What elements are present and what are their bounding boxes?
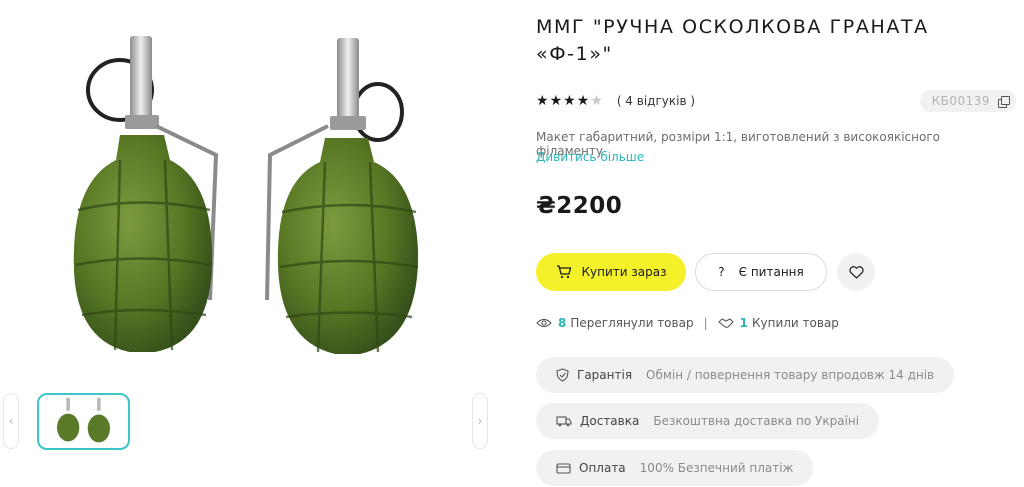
payment-info: Оплата 100% Безпечний платіж xyxy=(536,450,814,486)
chevron-left-icon: ‹ xyxy=(8,414,14,428)
buy-now-button[interactable]: Купити зараз xyxy=(536,253,686,291)
star-icon: ★ xyxy=(576,93,590,109)
rating-row: ★ ★ ★ ★ ★ ( 4 відгуків ) КБ00139 xyxy=(536,90,1020,112)
eye-icon xyxy=(536,318,552,328)
wishlist-button[interactable] xyxy=(837,253,875,291)
rating-stars: ★ ★ ★ ★ ★ xyxy=(536,94,603,108)
sku-code: КБ00139 xyxy=(931,94,990,108)
grenade-right xyxy=(265,38,419,354)
delivery-info: Доставка Безкоштвна доставка по Україні xyxy=(536,403,880,439)
buy-now-label: Купити зараз xyxy=(581,265,667,279)
star-icon: ★ xyxy=(536,93,549,109)
truck-icon xyxy=(556,416,572,427)
product-stats: 8 Переглянули товар | 1 Купили товар xyxy=(536,315,839,331)
bought-label: Купили товар xyxy=(751,316,839,330)
product-title-line2: «Ф-1»" xyxy=(536,43,613,65)
grenade-left xyxy=(73,36,219,352)
product-title-line1: ММГ "РУЧНА ОСКОЛКОВА ГРАНАТА xyxy=(536,16,929,38)
reviews-link[interactable]: ( 4 відгуків ) xyxy=(617,94,695,108)
viewed-label: Переглянули товар xyxy=(570,316,694,330)
question-button[interactable]: ? Є питання xyxy=(695,253,827,291)
viewed-count: 8 xyxy=(558,316,567,330)
product-info: ММГ "РУЧНА ОСКОЛКОВА ГРАНАТА «Ф-1»" ★ ★ ★ ★… xyxy=(536,0,1024,487)
handshake-icon xyxy=(718,318,734,328)
star-icon: ★ xyxy=(563,93,576,109)
chevron-right-icon: › xyxy=(477,414,483,428)
copy-icon[interactable] xyxy=(998,96,1010,108)
product-price: ₴2200 xyxy=(536,193,623,219)
delivery-label: Доставка xyxy=(580,414,640,428)
question-icon: ? xyxy=(718,265,725,279)
warranty-label: Гарантія xyxy=(577,368,633,382)
bought-count: 1 xyxy=(739,316,748,330)
sku-badge[interactable]: КБ00139 xyxy=(919,90,1016,112)
star-icon: ★ xyxy=(549,93,563,109)
product-gallery: ‹ › xyxy=(0,0,500,487)
thumbnail-1[interactable] xyxy=(37,393,130,450)
shield-icon xyxy=(556,368,569,382)
card-icon xyxy=(556,462,571,474)
heart-icon xyxy=(848,265,864,279)
thumbnail-image xyxy=(57,397,110,443)
question-label: Є питання xyxy=(738,265,804,279)
thumbnail-next-button[interactable]: › xyxy=(472,393,488,449)
show-more-link[interactable]: Дивитись більше xyxy=(536,150,644,164)
payment-value: 100% Безпечний платіж xyxy=(639,461,794,475)
warranty-info: Гарантія Обмін / повернення товару впрод… xyxy=(536,357,955,393)
cart-icon xyxy=(556,265,571,279)
star-icon: ★ xyxy=(590,93,603,109)
warranty-value: Обмін / повернення товару впродовж 14 дн… xyxy=(646,368,935,382)
product-title: ММГ "РУЧНА ОСКОЛКОВА ГРАНАТА «Ф-1»" xyxy=(536,14,1006,68)
stats-separator: | xyxy=(703,316,708,330)
payment-label: Оплата xyxy=(579,461,626,475)
thumbnail-prev-button[interactable]: ‹ xyxy=(3,393,19,449)
product-main-image[interactable] xyxy=(60,20,440,380)
delivery-value: Безкоштвна доставка по Україні xyxy=(653,414,860,428)
